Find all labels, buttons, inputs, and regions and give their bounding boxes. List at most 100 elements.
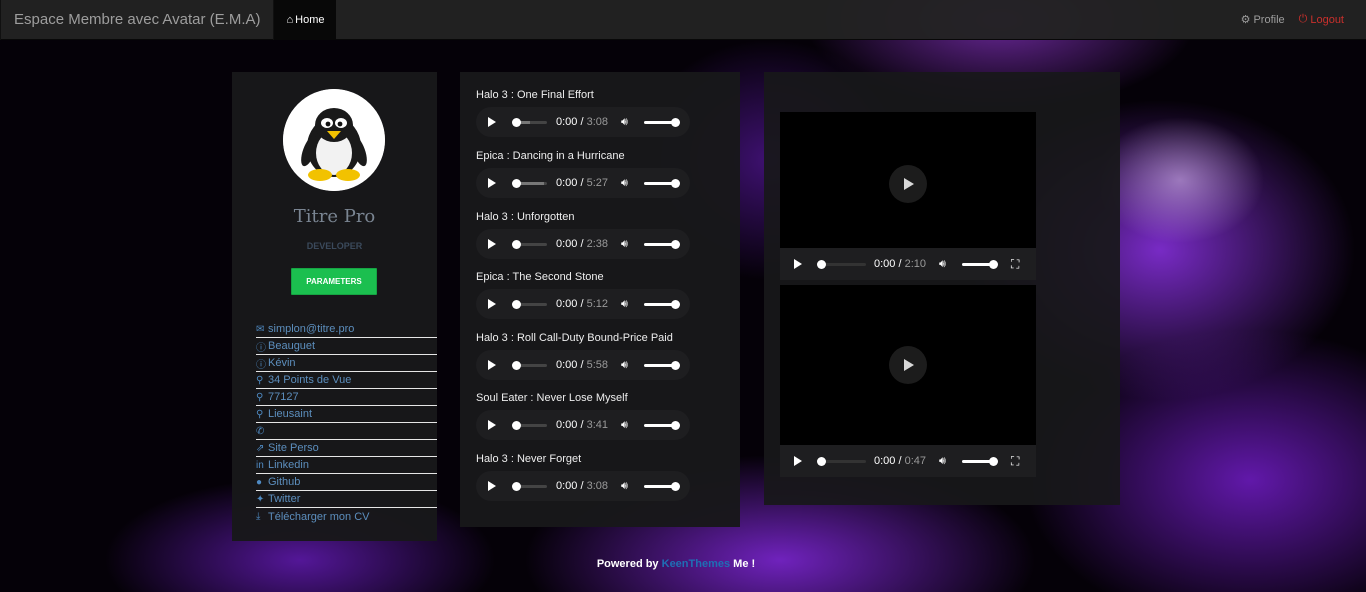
footer-brand-link[interactable]: KeenThemes: [662, 558, 730, 570]
progress-knob[interactable]: [817, 457, 826, 466]
play-icon[interactable]: [488, 117, 496, 127]
volume-slider[interactable]: [644, 361, 680, 370]
volume-icon[interactable]: 🔊︎: [621, 116, 628, 129]
play-icon[interactable]: [794, 259, 802, 269]
fullscreen-icon[interactable]: ⛶: [1011, 257, 1019, 272]
nav-logout[interactable]: ⏻ Logout: [1299, 13, 1344, 26]
progress-knob[interactable]: [512, 118, 521, 127]
nav-profile[interactable]: ⚙ Profile: [1241, 13, 1285, 27]
progress-bar[interactable]: [817, 260, 866, 269]
video-screen[interactable]: [780, 112, 1036, 248]
progress-knob[interactable]: [512, 300, 521, 309]
progress-bar[interactable]: [512, 361, 547, 370]
track-title: Epica : Dancing in a Hurricane: [476, 150, 625, 162]
info-linkedin[interactable]: in Linkedin: [256, 457, 437, 474]
progress-bar[interactable]: [512, 240, 547, 249]
video-controls: 0:00 / 0:47 🔊︎ ⛶: [780, 445, 1036, 477]
time-display: 0:00 / 3:41: [556, 419, 609, 431]
progress-knob[interactable]: [512, 421, 521, 430]
info-city[interactable]: ⚲ Lieusaint: [256, 406, 437, 423]
volume-knob[interactable]: [671, 300, 680, 309]
volume-slider[interactable]: [962, 457, 998, 466]
progress-bar[interactable]: [512, 482, 547, 491]
volume-knob[interactable]: [671, 361, 680, 370]
volume-icon[interactable]: 🔊︎: [621, 359, 628, 372]
audio-player[interactable]: 0:00 / 3:08 🔊︎: [476, 107, 690, 137]
audio-player[interactable]: 0:00 / 5:12 🔊︎: [476, 289, 690, 319]
progress-knob[interactable]: [512, 179, 521, 188]
volume-knob[interactable]: [989, 260, 998, 269]
info-email[interactable]: ✉ simplon@titre.pro: [256, 321, 437, 338]
info-lastname-text: Beauguet: [268, 340, 316, 352]
info-website[interactable]: ⇗ Site Perso: [256, 440, 437, 457]
info-download-cv[interactable]: ⤓ Télécharger mon CV: [256, 508, 437, 525]
fullscreen-icon[interactable]: ⛶: [1011, 454, 1019, 469]
audio-player[interactable]: 0:00 / 2:38 🔊︎: [476, 229, 690, 259]
volume-knob[interactable]: [671, 482, 680, 491]
play-icon[interactable]: [794, 456, 802, 466]
info-email-text: simplon@titre.pro: [268, 323, 355, 335]
audio-player[interactable]: 0:00 / 5:58 🔊︎: [476, 350, 690, 380]
volume-slider[interactable]: [644, 179, 680, 188]
progress-bar[interactable]: [512, 118, 547, 127]
video-screen[interactable]: [780, 285, 1036, 445]
progress-bar[interactable]: [512, 421, 547, 430]
volume-knob[interactable]: [989, 457, 998, 466]
volume-icon[interactable]: 🔊︎: [621, 419, 628, 432]
volume-icon[interactable]: 🔊︎: [621, 298, 628, 311]
brand-link[interactable]: Espace Membre avec Avatar (E.M.A): [0, 0, 275, 40]
time-display: 0:00 / 3:08: [556, 480, 609, 492]
nav-home[interactable]: ⌂ Home: [274, 0, 337, 39]
info-twitter[interactable]: ✦ Twitter: [256, 491, 437, 508]
play-icon[interactable]: [488, 239, 496, 249]
info-phone[interactable]: ✆: [256, 423, 437, 440]
volume-knob[interactable]: [671, 421, 680, 430]
volume-slider[interactable]: [644, 240, 680, 249]
info-lastname[interactable]: ⓘ Beauguet: [256, 338, 437, 355]
volume-icon[interactable]: 🔊︎: [939, 258, 946, 271]
volume-slider[interactable]: [644, 421, 680, 430]
profile-title: Titre Pro: [293, 206, 376, 227]
volume-knob[interactable]: [671, 118, 680, 127]
play-icon[interactable]: [488, 360, 496, 370]
map-marker-icon: ⚲: [256, 374, 264, 386]
duration: 3:08: [586, 480, 609, 492]
parameters-button[interactable]: PARAMETERS: [291, 268, 377, 295]
progress-bar[interactable]: [817, 457, 866, 466]
phone-icon: ✆: [256, 425, 265, 437]
volume-knob[interactable]: [671, 179, 680, 188]
big-play-icon[interactable]: [889, 165, 927, 203]
big-play-icon[interactable]: [889, 346, 927, 384]
volume-slider[interactable]: [962, 260, 998, 269]
progress-bar[interactable]: [512, 179, 547, 188]
progress-knob[interactable]: [512, 482, 521, 491]
progress-knob[interactable]: [512, 240, 521, 249]
play-icon[interactable]: [488, 299, 496, 309]
info-firstname[interactable]: ⓘ Kévin: [256, 355, 437, 372]
volume-icon[interactable]: 🔊︎: [621, 238, 628, 251]
video-player[interactable]: 0:00 / 2:10 🔊︎ ⛶: [780, 112, 1036, 280]
audio-player[interactable]: 0:00 / 3:41 🔊︎: [476, 410, 690, 440]
play-icon[interactable]: [488, 178, 496, 188]
volume-icon[interactable]: 🔊︎: [621, 480, 628, 493]
penguin-avatar-image: [283, 89, 385, 191]
progress-bar[interactable]: [512, 300, 547, 309]
info-postcode[interactable]: ⚲ 77127: [256, 389, 437, 406]
volume-icon[interactable]: 🔊︎: [939, 455, 946, 468]
audio-player[interactable]: 0:00 / 5:27 🔊︎: [476, 168, 690, 198]
video-player[interactable]: 0:00 / 0:47 🔊︎ ⛶: [780, 285, 1036, 477]
info-github[interactable]: ● Github: [256, 474, 437, 491]
volume-slider[interactable]: [644, 300, 680, 309]
info-address[interactable]: ⚲ 34 Points de Vue: [256, 372, 437, 389]
volume-icon[interactable]: 🔊︎: [621, 177, 628, 190]
progress-knob[interactable]: [512, 361, 521, 370]
play-icon[interactable]: [488, 420, 496, 430]
info-download-cv-text: Télécharger mon CV: [268, 510, 370, 523]
play-icon[interactable]: [488, 481, 496, 491]
audio-player[interactable]: 0:00 / 3:08 🔊︎: [476, 471, 690, 501]
volume-slider[interactable]: [644, 482, 680, 491]
profile-info-list: ✉ simplon@titre.pro ⓘ Beauguet ⓘ Kévin ⚲…: [256, 321, 437, 525]
volume-slider[interactable]: [644, 118, 680, 127]
volume-knob[interactable]: [671, 240, 680, 249]
progress-knob[interactable]: [817, 260, 826, 269]
